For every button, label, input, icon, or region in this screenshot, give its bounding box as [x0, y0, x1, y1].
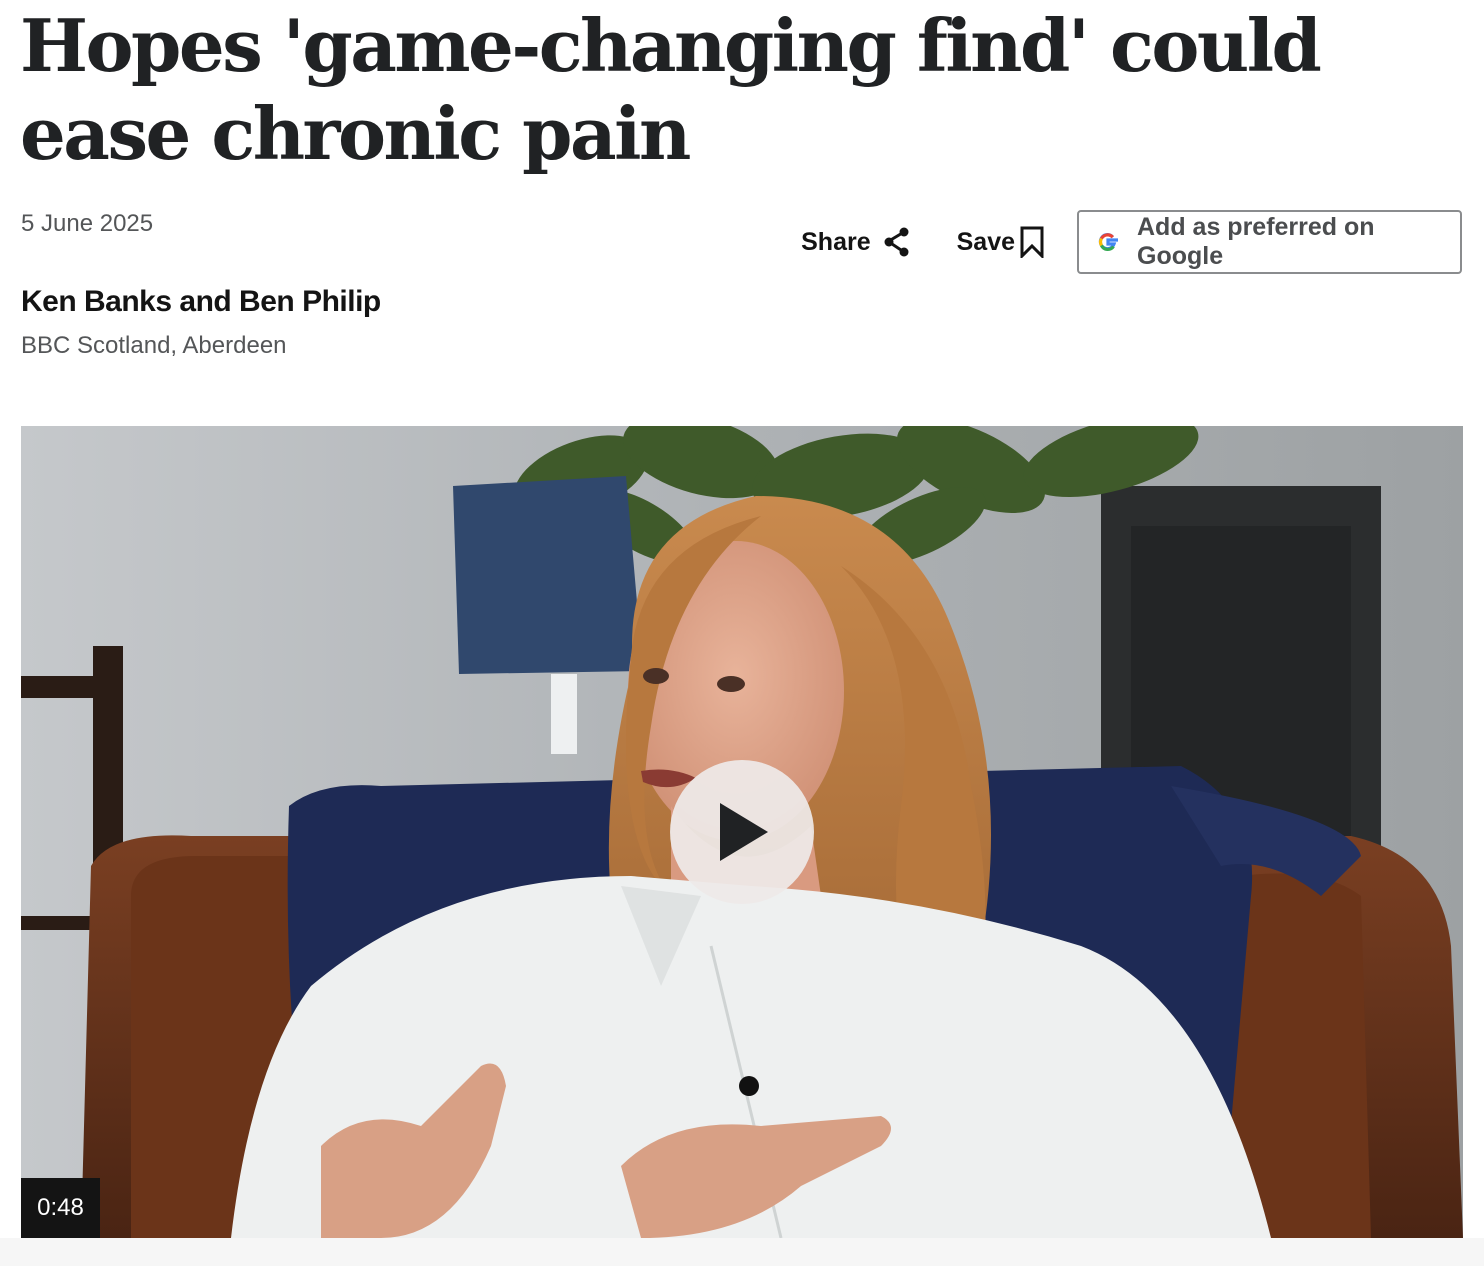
add-preferred-google-button[interactable]: Add as preferred on Google: [1077, 210, 1462, 274]
save-label: Save: [956, 227, 1015, 256]
video-duration-badge: 0:48: [21, 1178, 100, 1238]
play-icon: [712, 799, 772, 865]
page-footer-strip: [0, 1238, 1484, 1266]
video-player[interactable]: 0:48: [21, 426, 1463, 1238]
google-button-label: Add as preferred on Google: [1137, 213, 1375, 270]
google-g-icon: [1095, 229, 1121, 255]
byline-authors: Ken Banks and Ben Philip: [21, 285, 381, 318]
share-icon: [883, 227, 911, 257]
article-date: 5 June 2025: [21, 210, 154, 237]
play-button[interactable]: [670, 760, 814, 904]
article-headline: Hopes 'game-changing find' could ease ch…: [20, 3, 1322, 176]
share-label: Share: [801, 227, 871, 256]
byline-role: BBC Scotland, Aberdeen: [21, 332, 287, 359]
save-button[interactable]: Save: [957, 226, 1045, 258]
share-button[interactable]: Share: [801, 227, 910, 257]
bookmark-icon: [1019, 226, 1045, 258]
article-actions: Share Save Add as preferred on Google: [801, 210, 1462, 274]
